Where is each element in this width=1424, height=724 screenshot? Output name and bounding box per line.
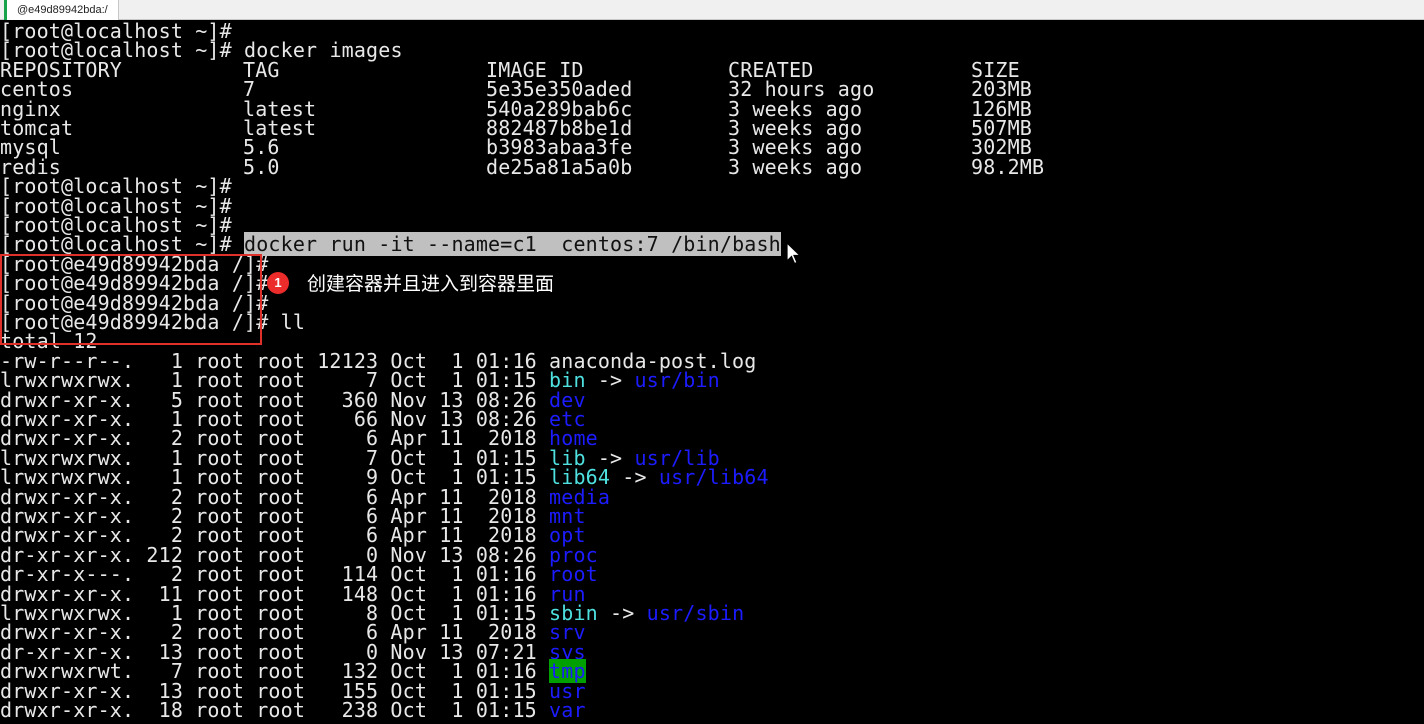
tab-bar: @e49d89942bda:/ — [0, 0, 1424, 20]
selected-command-text: docker run -it --name=c1 centos:7 /bin/b… — [244, 232, 781, 257]
link-target: usr/bin — [634, 368, 720, 393]
ls-row: drwxr-xr-x. 18 root root 238 Oct 1 01:15… — [0, 698, 586, 722]
file-meta: drwxr-xr-x. 18 root root 238 Oct 1 01:15 — [0, 698, 550, 722]
step-badge: 1 — [267, 272, 289, 294]
highlight-box — [0, 254, 262, 345]
image-cell-col-1: 5.0 — [243, 154, 280, 179]
mouse-pointer-icon — [786, 242, 802, 265]
image-cell-col-4: 98.2MB — [971, 154, 1045, 179]
link-arrow: -> — [610, 465, 659, 490]
image-cell-col-3: 3 weeks ago — [728, 154, 863, 179]
link-arrow: -> — [585, 368, 635, 393]
command-text: ll — [280, 310, 306, 334]
link-arrow: -> — [597, 601, 647, 625]
terminal-output[interactable]: [root@localhost ~]# [root@localhost ~]# d… — [0, 22, 1424, 724]
link-target: usr/lib64 — [658, 465, 769, 490]
file-name: var — [549, 698, 586, 722]
annotation-text: 创建容器并且进入到容器里面 — [307, 273, 555, 295]
session-tab[interactable]: @e49d89942bda:/ — [4, 0, 119, 20]
link-target: usr/sbin — [646, 601, 745, 625]
image-cell-col-2: de25a81a5a0b — [486, 154, 633, 179]
